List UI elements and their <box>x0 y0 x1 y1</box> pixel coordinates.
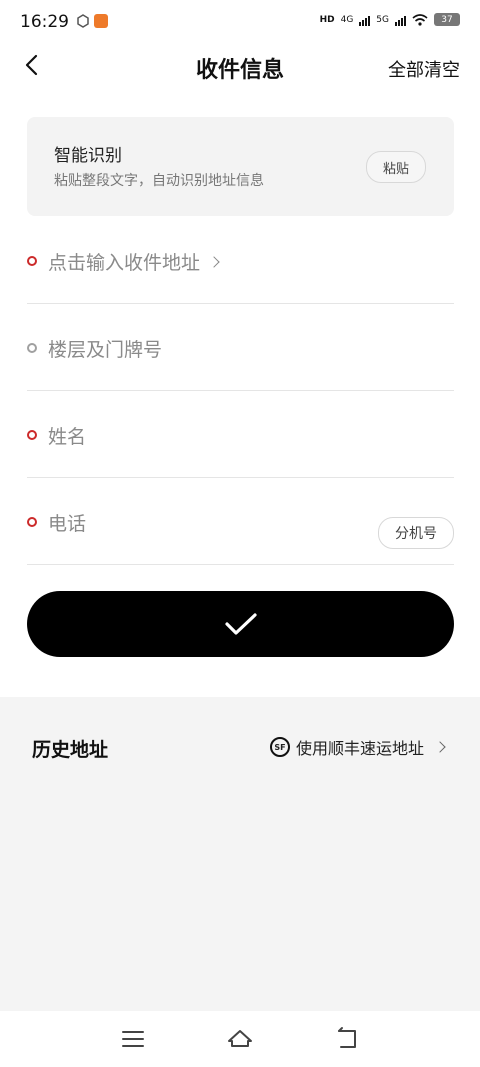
paste-button[interactable]: 粘贴 <box>366 151 426 183</box>
name-field[interactable]: 姓名 <box>27 391 454 478</box>
status-time: 16:29 <box>20 12 69 32</box>
app-notification-icon <box>94 14 108 28</box>
floor-field[interactable]: 楼层及门牌号 <box>27 304 454 391</box>
required-dot-icon <box>27 430 37 440</box>
address-placeholder: 点击输入收件地址 <box>48 252 201 274</box>
chevron-right-icon <box>434 741 446 753</box>
address-field-content: 点击输入收件地址 <box>48 248 220 275</box>
clear-all-button[interactable]: 全部清空 <box>388 56 460 82</box>
smart-recognition-card[interactable]: 智能识别 粘贴整段文字，自动识别地址信息 粘贴 <box>27 117 454 216</box>
network-5g-label: 5G <box>376 14 389 25</box>
wifi-icon <box>412 13 428 26</box>
status-right: HD 4G 5G 37 <box>320 13 460 26</box>
history-title: 历史地址 <box>32 739 109 761</box>
chevron-right-icon <box>208 255 220 268</box>
battery-icon: 37 <box>434 13 460 26</box>
checkmark-icon <box>224 613 257 635</box>
extension-button[interactable]: 分机号 <box>378 517 454 549</box>
name-placeholder: 姓名 <box>48 426 87 448</box>
required-dot-icon <box>27 517 37 527</box>
required-dot-icon <box>27 256 37 266</box>
sf-address-link[interactable]: SF 使用顺丰速运地址 <box>269 735 446 759</box>
phone-field[interactable]: 电话 分机号 <box>27 478 454 565</box>
history-section: 历史地址 SF 使用顺丰速运地址 <box>0 697 480 1011</box>
signal-5g-icon <box>395 14 406 26</box>
back-nav-icon[interactable] <box>333 1025 361 1053</box>
sf-link-label: 使用顺丰速运地址 <box>295 739 424 758</box>
home-icon[interactable] <box>226 1025 254 1053</box>
system-nav-bar <box>0 1011 480 1067</box>
network-4g-label: 4G <box>340 14 354 25</box>
optional-dot-icon <box>27 343 37 353</box>
signal-4g-icon <box>359 14 371 26</box>
sf-logo-icon: SF <box>269 737 290 757</box>
address-field[interactable]: 点击输入收件地址 <box>27 217 454 304</box>
confirm-button[interactable] <box>27 591 454 657</box>
smart-recognition-subtitle: 粘贴整段文字，自动识别地址信息 <box>54 173 264 189</box>
status-bar: 16:29 HD 4G 5G 37 <box>0 0 480 44</box>
menu-icon[interactable] <box>119 1025 147 1053</box>
phone-placeholder: 电话 <box>48 513 87 535</box>
hd-label: HD <box>319 14 335 25</box>
vpn-icon <box>77 14 89 28</box>
smart-recognition-title: 智能识别 <box>54 146 122 166</box>
floor-placeholder: 楼层及门牌号 <box>48 339 163 361</box>
header: 收件信息 全部清空 <box>0 44 480 96</box>
